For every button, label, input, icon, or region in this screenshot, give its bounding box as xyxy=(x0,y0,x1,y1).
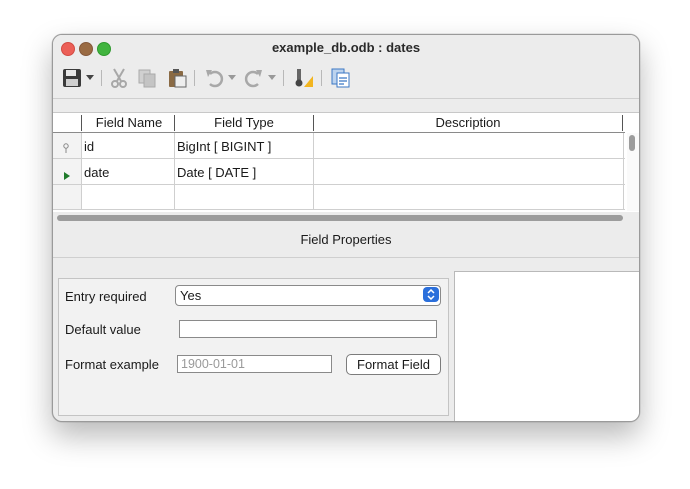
default-value-label: Default value xyxy=(65,322,141,337)
redo-dropdown-chevron-icon[interactable] xyxy=(267,67,277,89)
help-text-panel xyxy=(454,271,639,421)
entry-required-label: Entry required xyxy=(65,289,147,304)
toolbar-separator xyxy=(101,70,102,86)
field-properties-label: Field Properties xyxy=(300,232,392,247)
horizontal-scrollbar-thumb[interactable] xyxy=(57,215,623,221)
window-title: example_db.odb : dates xyxy=(271,40,421,55)
column-divider xyxy=(313,133,314,209)
format-example-text: 1900-01-01 xyxy=(181,357,245,371)
index-design-icon[interactable] xyxy=(329,67,351,89)
column-divider xyxy=(81,115,82,131)
undo-icon[interactable] xyxy=(203,67,225,89)
format-field-button[interactable]: Format Field xyxy=(346,354,441,375)
entry-required-select[interactable]: Yes xyxy=(175,285,441,306)
format-example-field: 1900-01-01 xyxy=(177,355,332,373)
toolbar-divider xyxy=(53,98,639,99)
table-design-window: example_db.odb : dates Field Name Field … xyxy=(52,34,640,422)
toolbar xyxy=(53,61,639,97)
table-cell-field-type[interactable]: Date [ DATE ] xyxy=(177,165,256,180)
column-divider[interactable] xyxy=(622,115,623,131)
column-header-description[interactable]: Description xyxy=(314,115,622,132)
primary-key-icon[interactable] xyxy=(293,67,315,89)
redo-icon[interactable] xyxy=(243,67,265,89)
row-divider xyxy=(53,184,625,185)
table-cell-field-type[interactable]: BigInt [ BIGINT ] xyxy=(177,139,271,154)
table-cell-field-name[interactable]: id xyxy=(84,139,94,154)
format-example-label: Format example xyxy=(65,357,159,372)
current-row-arrow-icon xyxy=(64,168,70,183)
vertical-scrollbar-thumb[interactable] xyxy=(629,135,635,151)
toolbar-separator xyxy=(321,70,322,86)
save-icon[interactable] xyxy=(61,67,83,89)
cut-icon[interactable] xyxy=(108,67,130,89)
toolbar-separator xyxy=(194,70,195,86)
paste-icon[interactable] xyxy=(166,67,188,89)
save-dropdown-chevron-icon[interactable] xyxy=(85,67,95,89)
row-header-column xyxy=(53,133,82,209)
toolbar-separator xyxy=(283,70,284,86)
undo-dropdown-chevron-icon[interactable] xyxy=(227,67,237,89)
column-header-field-type[interactable]: Field Type xyxy=(175,115,313,132)
copy-icon[interactable] xyxy=(136,67,158,89)
row-divider xyxy=(53,158,625,159)
vertical-scrollbar[interactable] xyxy=(627,133,639,211)
field-table: Field Name Field Type Description id Big… xyxy=(53,112,639,213)
default-value-field[interactable] xyxy=(179,320,437,338)
column-header-field-name[interactable]: Field Name xyxy=(83,115,175,132)
key-icon xyxy=(63,141,69,156)
section-divider xyxy=(53,257,639,258)
horizontal-scrollbar[interactable] xyxy=(53,212,639,224)
column-divider xyxy=(174,133,175,209)
entry-required-value: Yes xyxy=(180,288,202,303)
column-divider xyxy=(623,133,624,209)
header-bottom-line xyxy=(53,132,625,133)
table-cell-field-name[interactable]: date xyxy=(84,165,109,180)
updown-chevron-icon[interactable] xyxy=(423,287,439,302)
row-divider xyxy=(53,209,625,210)
title-bar: example_db.odb : dates xyxy=(53,35,639,59)
